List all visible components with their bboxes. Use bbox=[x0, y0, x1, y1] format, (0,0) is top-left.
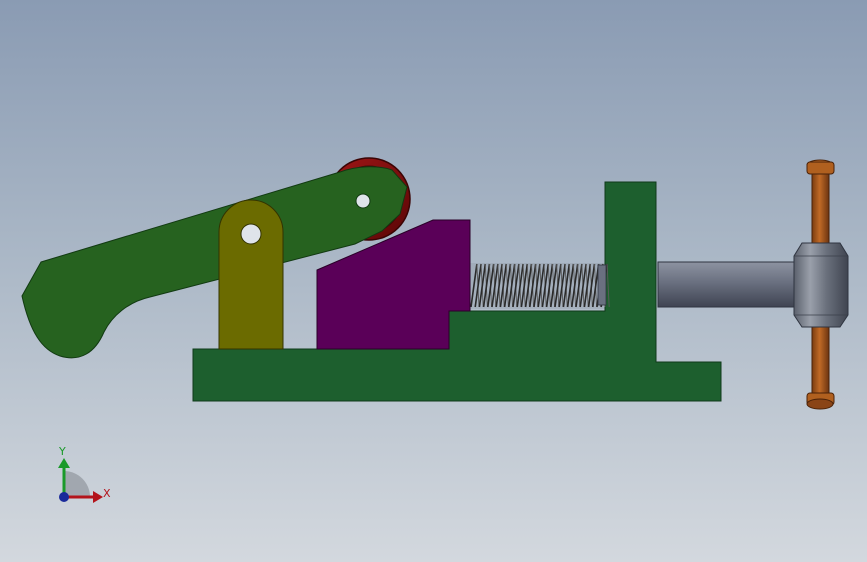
handle[interactable] bbox=[793, 159, 849, 410]
y-axis-label: Y bbox=[58, 445, 66, 458]
z-axis-dot bbox=[59, 492, 69, 502]
link[interactable] bbox=[218, 199, 284, 350]
link-pivot-hole bbox=[240, 223, 262, 245]
lever-pivot-hole bbox=[355, 193, 371, 209]
handle-cap-bottom[interactable] bbox=[806, 398, 834, 410]
spring[interactable] bbox=[470, 263, 610, 309]
cad-viewport[interactable]: Y X bbox=[0, 0, 867, 562]
x-axis-label: X bbox=[103, 487, 111, 500]
x-axis-arrow bbox=[93, 491, 103, 503]
axis-triad: Y X bbox=[58, 445, 111, 503]
y-axis-arrow bbox=[58, 458, 70, 468]
triad-quarter-disc bbox=[64, 471, 90, 497]
